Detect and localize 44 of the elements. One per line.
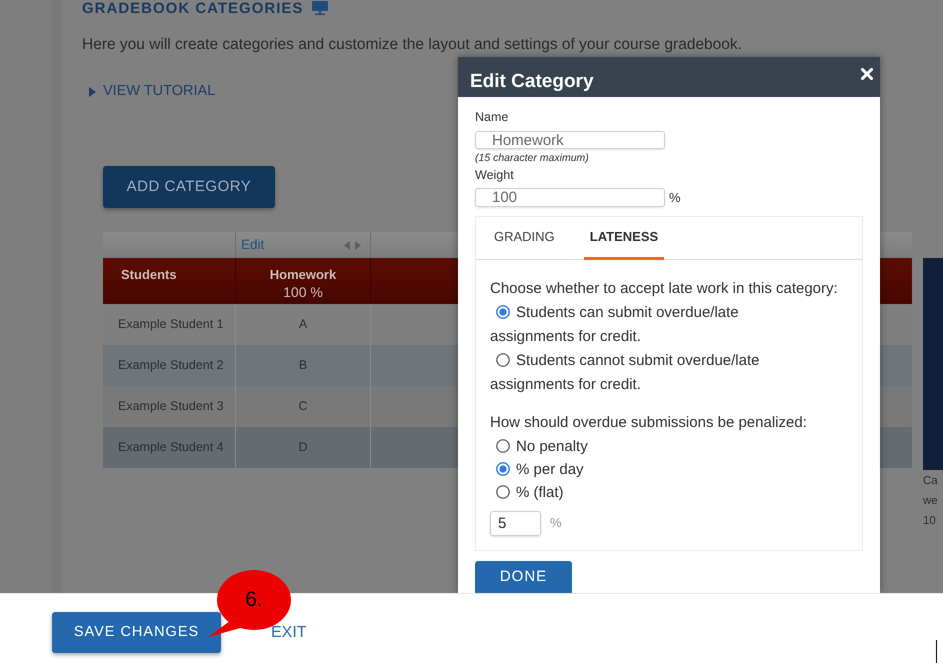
table-cell: D: [235, 427, 370, 468]
question-text: Choose whether to accept late work in this category:: [490, 278, 838, 298]
percent-unit: %: [550, 515, 562, 531]
exit-link[interactable]: EXIT: [271, 622, 307, 642]
dialog-title: Edit Category: [470, 70, 594, 94]
side-panel-text: we: [923, 494, 938, 509]
add-category-button[interactable]: ADD CATEGORY: [103, 166, 275, 208]
radio-icon[interactable]: [496, 438, 510, 452]
tab[interactable]: LATENESS: [584, 216, 664, 260]
radio-option[interactable]: Students can submit overdue/late assignments for credit.: [490, 300, 790, 348]
table-cell-text: Example Student 1: [117, 316, 225, 334]
close-icon[interactable]: [861, 68, 873, 80]
radio-option[interactable]: Students cannot submit overdue/late assignments for credit.: [490, 348, 790, 396]
radio-option[interactable]: % per day: [490, 458, 584, 480]
column-header: Homework: [270, 267, 336, 283]
save-changes-button[interactable]: SAVE CHANGES: [52, 612, 221, 653]
column-header: Students: [120, 266, 178, 284]
radio-icon[interactable]: [496, 462, 510, 476]
table-cell-text: Example Student 2: [117, 357, 225, 374]
penalty-amount-field[interactable]: 5: [490, 510, 541, 536]
intro-text: Here you will create categories and customize the layout and settings of your course gradebook.: [82, 35, 742, 55]
radio-option[interactable]: No penalty: [490, 434, 588, 458]
field-label: Name: [475, 110, 508, 124]
table-cell-text: Example Student 3: [117, 398, 225, 416]
done-button[interactable]: DONE: [475, 560, 572, 593]
radio-icon[interactable]: [496, 304, 510, 318]
caret-right-icon: [89, 87, 96, 97]
column-weight: 100 %: [283, 283, 323, 301]
text-field[interactable]: Homework: [475, 131, 665, 149]
table-cell-text: Example Student 4: [117, 439, 225, 456]
tab[interactable]: GRADING: [476, 216, 584, 260]
text-cursor-icon: [936, 640, 937, 663]
field-label: Weight: [475, 168, 514, 182]
text-field[interactable]: 100: [475, 188, 665, 208]
radio-option[interactable]: % (flat): [490, 480, 564, 504]
monitor-icon[interactable]: [311, 1, 330, 15]
side-panel-text: Ca: [923, 474, 938, 489]
radio-icon[interactable]: [496, 352, 510, 366]
hint-text: (15 character maximum): [475, 151, 589, 165]
percent-unit: %: [669, 189, 681, 207]
side-panel-text: 10: [923, 514, 936, 529]
radio-icon[interactable]: [496, 484, 510, 498]
question-text: How should overdue submissions be penalized:: [490, 412, 807, 432]
page-title: GRADEBOOK CATEGORIES: [82, 0, 304, 16]
